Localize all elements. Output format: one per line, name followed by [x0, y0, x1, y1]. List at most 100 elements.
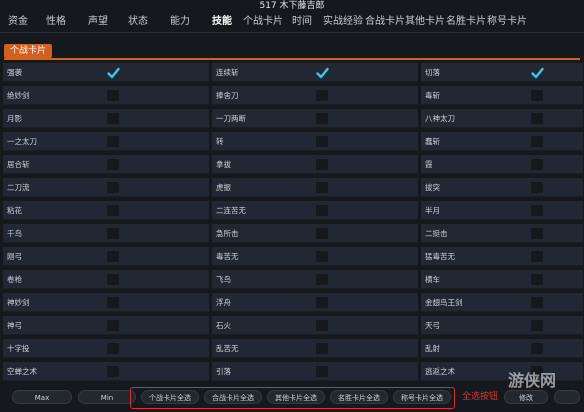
checkmark-icon — [107, 67, 120, 79]
skill-checkbox[interactable] — [531, 297, 543, 308]
skill-cell: 转 — [212, 132, 418, 151]
skill-cell: 连续斩 — [212, 63, 418, 82]
skill-checkbox[interactable] — [316, 343, 328, 354]
skill-cell: 卷枪 — [3, 270, 209, 289]
skill-cell: 飞鸟 — [212, 270, 418, 289]
checkmark-icon — [531, 67, 544, 79]
skill-checkbox[interactable] — [531, 159, 543, 170]
skill-checkbox[interactable] — [316, 182, 328, 193]
modify-button[interactable]: 修改 — [504, 390, 548, 404]
min-button[interactable]: Min — [78, 390, 136, 404]
skill-checkbox[interactable] — [531, 90, 543, 101]
extra-button[interactable] — [554, 390, 580, 404]
max-button[interactable]: Max — [12, 390, 72, 404]
skill-label: 飞鸟 — [216, 275, 231, 284]
tab-2[interactable]: 声望 — [88, 12, 108, 32]
skill-cell: 猛毒苦无 — [421, 247, 583, 266]
tab-8[interactable]: 实战经验 — [323, 12, 363, 32]
skill-cell: 金翅鸟王剑 — [421, 293, 583, 312]
skill-label: 刚弓 — [7, 252, 22, 261]
skill-checkbox[interactable] — [316, 113, 328, 124]
skill-checkbox[interactable] — [316, 297, 328, 308]
skill-cell: 强袭 — [3, 63, 209, 82]
tab-0[interactable]: 资金 — [8, 12, 28, 32]
skill-checkbox-checked[interactable] — [531, 67, 544, 79]
tab-6[interactable]: 个战卡片 — [243, 12, 283, 32]
skill-checkbox[interactable] — [531, 251, 543, 262]
tab-divider — [0, 32, 584, 33]
skill-label: 急所击 — [216, 229, 239, 238]
tab-1[interactable]: 性格 — [46, 12, 66, 32]
skill-checkbox[interactable] — [531, 320, 543, 331]
skill-checkbox[interactable] — [107, 366, 119, 377]
skill-checkbox[interactable] — [531, 274, 543, 285]
skill-checkbox[interactable] — [107, 320, 119, 331]
skill-cell: 神弓 — [3, 316, 209, 335]
skill-label: 强袭 — [7, 68, 22, 77]
skill-checkbox[interactable] — [531, 182, 543, 193]
skill-cell: 霞 — [421, 155, 583, 174]
skill-label: 绝妙剑 — [7, 91, 30, 100]
skill-cell: 刚弓 — [3, 247, 209, 266]
skill-checkbox[interactable] — [531, 136, 543, 147]
skill-checkbox[interactable] — [316, 320, 328, 331]
skill-checkbox[interactable] — [531, 343, 543, 354]
skill-checkbox[interactable] — [316, 159, 328, 170]
skill-checkbox[interactable] — [107, 228, 119, 239]
skill-label: 浮舟 — [216, 298, 231, 307]
skill-cell: 空蝉之术 — [3, 362, 209, 381]
skill-cell: 十字投 — [3, 339, 209, 358]
skill-cell: 拿拔 — [212, 155, 418, 174]
skill-cell: 一刀两断 — [212, 109, 418, 128]
skill-label: 乱苦无 — [216, 344, 239, 353]
skill-checkbox[interactable] — [316, 251, 328, 262]
skill-checkbox[interactable] — [316, 136, 328, 147]
skill-checkbox[interactable] — [107, 343, 119, 354]
checkmark-icon — [316, 67, 329, 79]
skill-checkbox-checked[interactable] — [316, 67, 329, 79]
tab-7[interactable]: 时间 — [292, 12, 312, 32]
tab-11[interactable]: 名胜卡片 — [446, 12, 486, 32]
skill-checkbox[interactable] — [107, 182, 119, 193]
skill-cell: 拔突 — [421, 178, 583, 197]
skill-label: 捧舍刀 — [216, 91, 239, 100]
skill-checkbox[interactable] — [316, 205, 328, 216]
skill-checkbox[interactable] — [107, 136, 119, 147]
skill-checkbox[interactable] — [107, 90, 119, 101]
skill-checkbox[interactable] — [316, 90, 328, 101]
skill-cell: 石火 — [212, 316, 418, 335]
skill-cell: 乱苦无 — [212, 339, 418, 358]
tab-5[interactable]: 技能 — [212, 12, 232, 32]
tab-9[interactable]: 合战卡片 — [365, 12, 405, 32]
skill-cell: 乱射 — [421, 339, 583, 358]
skill-checkbox[interactable] — [531, 228, 543, 239]
skill-cell: 天弓 — [421, 316, 583, 335]
skill-checkbox[interactable] — [107, 251, 119, 262]
tab-12[interactable]: 称号卡片 — [487, 12, 527, 32]
skill-cell: 蠢斩 — [421, 132, 583, 151]
skill-label: 空蝉之术 — [7, 367, 37, 376]
tab-3[interactable]: 状态 — [128, 12, 148, 32]
window-title: 517 木下藤吉郎 — [259, 1, 325, 11]
skill-label: 拔突 — [425, 183, 440, 192]
skill-cell: 一之太刀 — [3, 132, 209, 151]
skill-checkbox[interactable] — [107, 159, 119, 170]
skill-checkbox[interactable] — [316, 274, 328, 285]
skill-checkbox[interactable] — [316, 228, 328, 239]
tab-4[interactable]: 能力 — [170, 12, 190, 32]
skill-checkbox[interactable] — [107, 274, 119, 285]
skill-checkbox[interactable] — [316, 366, 328, 377]
skill-checkbox[interactable] — [531, 205, 543, 216]
skill-checkbox[interactable] — [531, 113, 543, 124]
skill-checkbox[interactable] — [107, 297, 119, 308]
section-divider — [4, 58, 580, 60]
skill-label: 卷枪 — [7, 275, 22, 284]
skill-checkbox-checked[interactable] — [107, 67, 120, 79]
tab-10[interactable]: 其他卡片 — [405, 12, 445, 32]
skill-cell: 逃返之术 — [421, 362, 583, 381]
skill-checkbox[interactable] — [107, 113, 119, 124]
skill-checkbox[interactable] — [107, 205, 119, 216]
skill-label: 神妙剑 — [7, 298, 30, 307]
skill-label: 乱射 — [425, 344, 440, 353]
skill-label: 二刀流 — [7, 183, 30, 192]
